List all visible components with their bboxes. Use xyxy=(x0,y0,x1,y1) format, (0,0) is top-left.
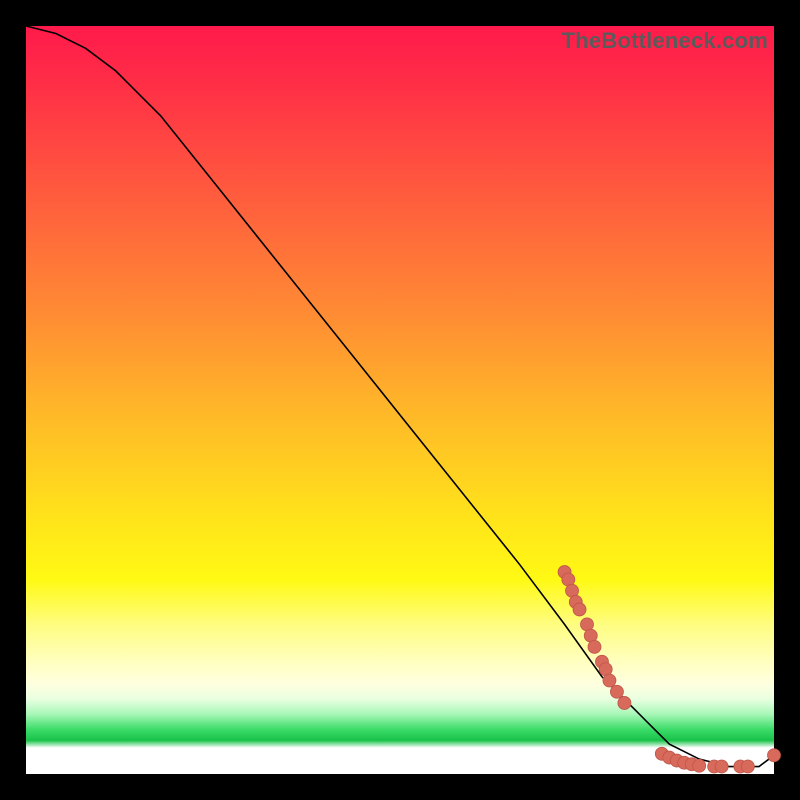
data-marker xyxy=(693,759,706,772)
markers-group xyxy=(558,566,780,773)
chart-overlay xyxy=(26,26,774,774)
chart-curve xyxy=(26,26,774,767)
chart-stage: TheBottleneck.com xyxy=(0,0,800,800)
data-marker xyxy=(603,674,616,687)
plot-area: TheBottleneck.com xyxy=(26,26,774,774)
data-marker xyxy=(610,685,623,698)
data-marker xyxy=(741,760,754,773)
data-marker xyxy=(768,749,781,762)
data-marker xyxy=(573,603,586,616)
data-marker xyxy=(715,760,728,773)
data-marker xyxy=(588,640,601,653)
data-marker xyxy=(618,696,631,709)
